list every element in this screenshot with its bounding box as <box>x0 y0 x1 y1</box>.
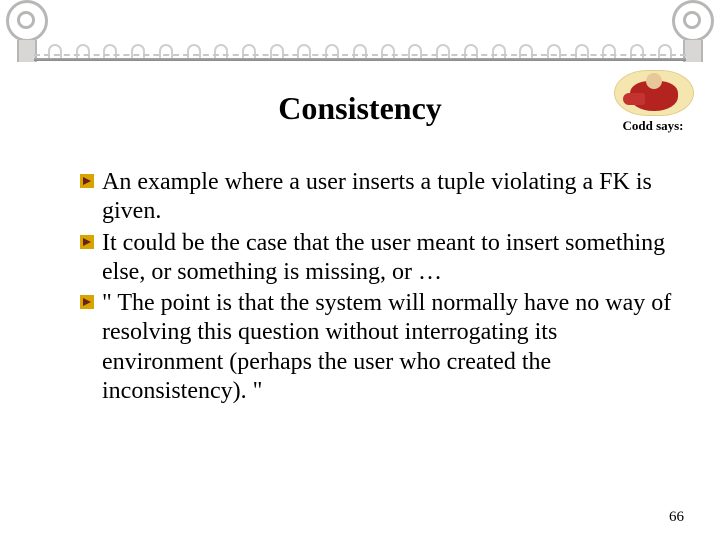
column-ornament-left <box>6 0 48 62</box>
bullet-text: An example where a user inserts a tuple … <box>102 168 676 227</box>
bullet-list: An example where a user inserts a tuple … <box>80 168 676 408</box>
bullet-text: It could be the case that the user meant… <box>102 229 676 288</box>
bullet-arrow-icon <box>80 174 94 188</box>
top-rule <box>34 58 686 61</box>
column-ornament-right <box>672 0 714 62</box>
slide-title: Consistency <box>0 90 720 127</box>
bullet-arrow-icon <box>80 235 94 249</box>
monk-illustration: Codd says: <box>614 70 692 134</box>
bullet-arrow-icon <box>80 295 94 309</box>
bullet-text: " The point is that the system will norm… <box>102 289 676 406</box>
slide: Consistency Codd says: An example where … <box>0 0 720 540</box>
list-item: It could be the case that the user meant… <box>80 229 676 288</box>
illustration-caption: Codd says: <box>614 118 692 134</box>
list-item: " The point is that the system will norm… <box>80 289 676 406</box>
page-number: 66 <box>669 509 684 526</box>
list-item: An example where a user inserts a tuple … <box>80 168 676 227</box>
